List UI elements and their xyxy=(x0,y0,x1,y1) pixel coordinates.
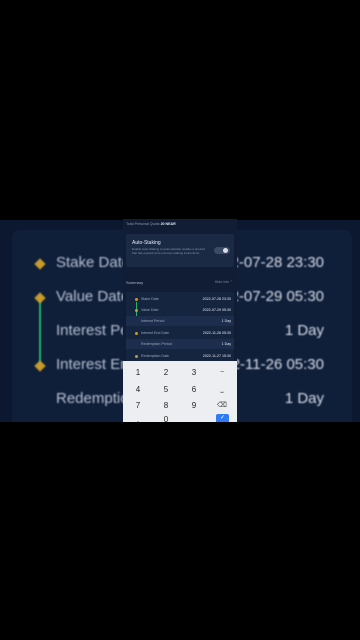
background-row-label: Stake Date xyxy=(56,254,131,271)
auto-staking-title: Auto-Staking xyxy=(132,240,161,246)
space-key[interactable]: ⎵ xyxy=(208,382,236,397)
timeline-row: Value Date 2022-07-29 05:30 xyxy=(126,305,234,315)
background-row-value: 1 Day xyxy=(284,322,324,339)
key-4[interactable]: 4 xyxy=(124,382,152,397)
phone-screen: Total Personal Quota 20 NEAR Auto-Stakin… xyxy=(123,219,237,422)
background-row-value: 2-11-26 05:30 xyxy=(231,356,324,373)
timeline-row: Interest End Date 2022-11-26 05:30 xyxy=(126,328,234,338)
auto-staking-description: Enable Auto-Staking to automatically res… xyxy=(132,247,205,255)
timeline-dot xyxy=(135,354,138,358)
timeline-label: Redemption Period xyxy=(141,341,172,346)
background-row-label: Interest En xyxy=(56,356,129,373)
timeline-dot xyxy=(135,331,138,335)
key-5[interactable]: 5 xyxy=(152,382,180,397)
chevron-up-icon: ⌃ xyxy=(229,280,233,284)
background-row-value: 2-07-28 23:30 xyxy=(230,254,324,271)
background-row-value: 2-07-29 05:30 xyxy=(230,288,324,305)
numeric-keypad: 1 2 3 − 4 5 6 ⎵ 7 8 9 ⌫ , 0 ✓ xyxy=(123,361,237,422)
summary-heading: Summary xyxy=(126,280,144,285)
timeline-value: 2022-11-26 05:30 xyxy=(202,330,231,335)
key-2[interactable]: 2 xyxy=(152,365,180,380)
key-7[interactable]: 7 xyxy=(124,398,152,413)
summary-timeline: Stake Date 2022-07-28 23:30 Value Date 2… xyxy=(126,292,234,364)
timeline-row: Interest Period 1 Day xyxy=(126,316,234,326)
timeline-value: 2022-07-28 23:30 xyxy=(202,296,231,301)
background-row-value: 1 Day xyxy=(284,390,324,407)
timeline-dot xyxy=(135,297,138,301)
timeline-value: 1 Day xyxy=(221,318,231,323)
diamond-icon xyxy=(34,258,46,270)
key-1[interactable]: 1 xyxy=(124,365,152,380)
diamond-icon xyxy=(34,292,46,304)
background-row-label: Interest Pe xyxy=(56,322,129,339)
hide-info-label: Hide info xyxy=(214,280,229,284)
key-6[interactable]: 6 xyxy=(180,382,208,397)
timeline-label: Redemption Date xyxy=(141,353,169,358)
key-3[interactable]: 3 xyxy=(180,365,208,380)
toggle-knob xyxy=(223,248,228,253)
key-minus[interactable]: − xyxy=(208,365,236,380)
quota-label: Total Personal Quota xyxy=(126,222,160,226)
timeline-label: Interest Period xyxy=(141,318,165,323)
done-key[interactable]: ✓ xyxy=(216,414,229,422)
timeline-value: 2022-07-29 05:30 xyxy=(202,307,231,312)
quota-value: 20 NEAR xyxy=(160,222,176,226)
key-0[interactable]: 0 xyxy=(152,412,180,422)
timeline-label: Interest End Date xyxy=(141,330,169,335)
key-comma[interactable]: , xyxy=(124,412,152,422)
diamond-icon xyxy=(34,360,46,372)
check-icon: ✓ xyxy=(219,415,226,421)
timeline-row: Stake Date 2022-07-28 23:30 xyxy=(126,294,234,304)
key-9[interactable]: 9 xyxy=(180,398,208,413)
timeline-value: 1 Day xyxy=(221,341,231,346)
auto-staking-card: Auto-Staking Enable Auto-Staking to auto… xyxy=(126,234,234,267)
key-8[interactable]: 8 xyxy=(152,398,180,413)
quota-line: Total Personal Quota 20 NEAR xyxy=(126,222,176,226)
timeline-row: Redemption Date 2022-11-27 15:30 xyxy=(126,351,234,361)
hide-info-link[interactable]: Hide info ⌃ xyxy=(215,280,233,284)
auto-staking-toggle[interactable] xyxy=(214,247,230,254)
backspace-key[interactable]: ⌫ xyxy=(208,398,236,413)
timeline-dot xyxy=(135,308,138,312)
timeline-value: 2022-11-27 15:30 xyxy=(202,353,231,358)
timeline-label: Value Date xyxy=(141,307,159,312)
timeline-row: Redemption Period 1 Day xyxy=(126,339,234,349)
timeline-label: Stake Date xyxy=(141,296,159,301)
background-row-label: Value Date xyxy=(56,288,130,305)
